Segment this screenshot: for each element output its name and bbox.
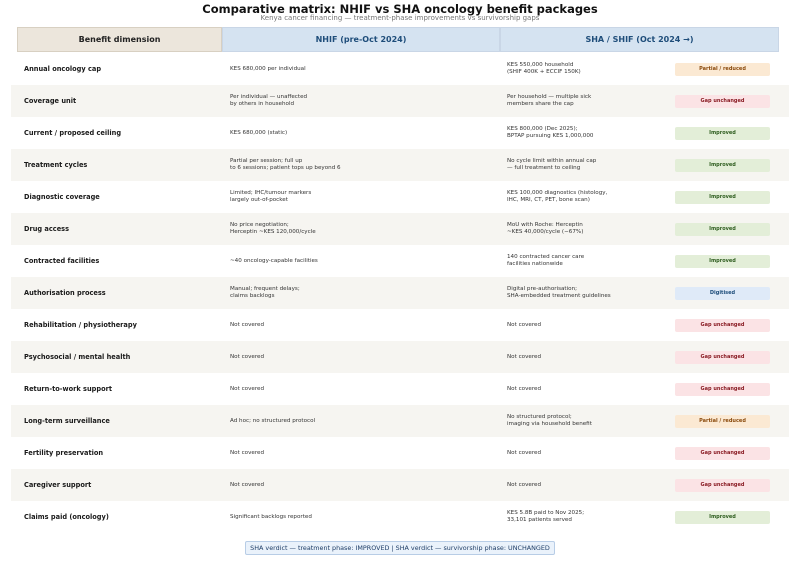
table-row: Current / proposed ceiling KES 680,000 (s… — [11, 117, 789, 149]
cell-sha: KES 800,000 (Dec 2025); BPTAP pursuing K… — [507, 126, 594, 139]
verdict-badge-gap: Gap unchanged — [675, 94, 770, 108]
table-header: Benefit dimension NHIF (pre-Oct 2024) SH… — [17, 27, 779, 52]
cell-nhif: Significant backlogs reported — [230, 513, 312, 520]
table-row: Long-term surveillance Ad hoc; no structu… — [11, 405, 789, 437]
table-row: Return-to-work support Not covered Not cov… — [11, 373, 789, 405]
cell-sha: Not covered — [507, 353, 541, 360]
cell-benefit-dimension: Caregiver support — [24, 481, 92, 489]
verdict-badge-improved: Improved — [675, 222, 770, 236]
cell-benefit-dimension: Rehabilitation / physiotherapy — [24, 321, 137, 329]
verdict-badge-gap: Gap unchanged — [675, 318, 770, 332]
cell-sha: No structured protocol; imaging via hous… — [507, 414, 592, 427]
cell-benefit-dimension: Claims paid (oncology) — [24, 513, 109, 521]
verdict-badge-improved: Improved — [675, 126, 770, 140]
verdict-badge-gap: Gap unchanged — [675, 446, 770, 460]
header-benefit-dimension: Benefit dimension — [17, 27, 222, 52]
table-row: Contracted facilities ~40 oncology-capabl… — [11, 245, 789, 277]
cell-nhif: Ad hoc; no structured protocol — [230, 417, 316, 424]
table-row: Authorisation process Manual; frequent de… — [11, 277, 789, 309]
cell-benefit-dimension: Contracted facilities — [24, 257, 100, 265]
verdict-summary: SHA verdict — treatment phase: IMPROVED … — [245, 541, 555, 555]
cell-sha: MoU with Roche: Herceptin ~KES 40,000/cy… — [507, 222, 584, 235]
cell-nhif: KES 680,000 per individual — [230, 65, 306, 72]
verdict-badge-partial: Partial / reduced — [675, 62, 770, 76]
verdict-badge-improved: Improved — [675, 190, 770, 204]
verdict-badge-improved: Improved — [675, 254, 770, 268]
table-row: Annual oncology cap KES 680,000 per indiv… — [11, 53, 789, 85]
verdict-badge-digitised: Digitised — [675, 286, 770, 300]
cell-sha: Not covered — [507, 449, 541, 456]
table-row: Coverage unit Per individual — unaffected… — [11, 85, 789, 117]
cell-nhif: Not covered — [230, 481, 264, 488]
cell-benefit-dimension: Annual oncology cap — [24, 65, 102, 73]
cell-benefit-dimension: Return-to-work support — [24, 385, 113, 393]
cell-sha: Not covered — [507, 481, 541, 488]
verdict-badge-gap: Gap unchanged — [675, 350, 770, 364]
verdict-badge-improved: Improved — [675, 510, 770, 524]
cell-benefit-dimension: Treatment cycles — [24, 161, 88, 169]
table-row: Caregiver support Not covered Not covered G… — [11, 469, 789, 501]
cell-sha: KES 100,000 diagnostics (histology, IHC,… — [507, 190, 608, 203]
cell-sha: Digital pre-authorisation; SHA-embedded … — [507, 286, 611, 299]
footer: SHA verdict — treatment phase: IMPROVED … — [0, 541, 800, 555]
cell-nhif: Partial per session; full up to 6 sessio… — [230, 158, 341, 171]
cell-nhif: KES 680,000 (static) — [230, 129, 288, 136]
cell-nhif: Not covered — [230, 449, 264, 456]
table-row: Treatment cycles Partial per session; ful… — [11, 149, 789, 181]
cell-nhif: Manual; frequent delays; claims backlogs — [230, 286, 300, 299]
cell-sha: KES 5.8B paid to Nov 2025; 33,101 patien… — [507, 510, 585, 523]
table-row: Drug access No price negotiation; Hercept… — [11, 213, 789, 245]
verdict-badge-improved: Improved — [675, 158, 770, 172]
cell-nhif: ~40 oncology-capable facilities — [230, 257, 318, 264]
cell-nhif: Not covered — [230, 321, 264, 328]
table-row: Fertility preservation Not covered Not cov… — [11, 437, 789, 469]
table-row: Psychosocial / mental health Not covered N… — [11, 341, 789, 373]
cell-sha: No cycle limit within annual cap — full … — [507, 158, 597, 171]
cell-benefit-dimension: Current / proposed ceiling — [24, 129, 122, 137]
cell-sha: Per household — multiple sick members sh… — [507, 94, 592, 107]
table-row: Diagnostic coverage Limited; IHC/tumour m… — [11, 181, 789, 213]
cell-benefit-dimension: Authorisation process — [24, 289, 106, 297]
header-sha: SHA / SHIF (Oct 2024 →) — [500, 27, 779, 52]
verdict-badge-partial: Partial / reduced — [675, 414, 770, 428]
verdict-badge-gap: Gap unchanged — [675, 382, 770, 396]
cell-benefit-dimension: Fertility preservation — [24, 449, 104, 457]
cell-nhif: Not covered — [230, 353, 264, 360]
cell-nhif: No price negotiation; Herceptin ~KES 120… — [230, 222, 316, 235]
cell-sha: Not covered — [507, 321, 541, 328]
verdict-badge-gap: Gap unchanged — [675, 478, 770, 492]
table-row: Claims paid (oncology) Significant backlo… — [11, 501, 789, 533]
table-row: Rehabilitation / physiotherapy Not covere… — [11, 309, 789, 341]
cell-sha: KES 550,000 household (SHIF 400K + ECCIF… — [507, 62, 581, 75]
chart-subtitle: Kenya cancer financing — treatment-phase… — [260, 14, 540, 22]
cell-benefit-dimension: Coverage unit — [24, 97, 77, 105]
cell-benefit-dimension: Diagnostic coverage — [24, 193, 100, 201]
cell-nhif: Per individual — unaffected by others in… — [230, 94, 308, 107]
cell-benefit-dimension: Long-term surveillance — [24, 417, 110, 425]
cell-sha: Not covered — [507, 385, 541, 392]
cell-nhif: Not covered — [230, 385, 264, 392]
cell-sha: 140 contracted cancer care facilities na… — [507, 254, 585, 267]
table-body: Annual oncology cap KES 680,000 per indiv… — [11, 53, 789, 533]
cell-benefit-dimension: Drug access — [24, 225, 70, 233]
header-nhif: NHIF (pre-Oct 2024) — [222, 27, 500, 52]
cell-benefit-dimension: Psychosocial / mental health — [24, 353, 131, 361]
cell-nhif: Limited; IHC/tumour markers largely out-… — [230, 190, 312, 203]
